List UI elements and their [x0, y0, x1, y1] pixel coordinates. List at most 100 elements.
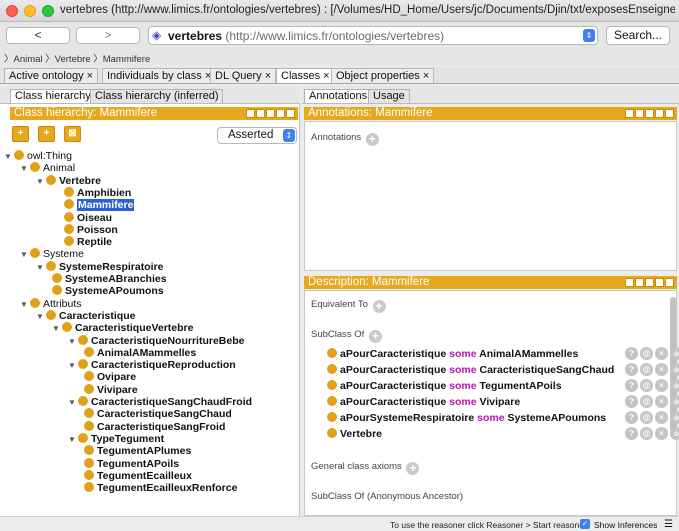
expand-toggle-icon[interactable]: ▼ [68, 434, 78, 446]
view-help-icon[interactable] [625, 278, 634, 287]
description-window-controls[interactable] [624, 278, 674, 287]
expand-toggle-icon[interactable]: ▼ [20, 163, 30, 175]
view-close-icon[interactable] [286, 109, 295, 118]
annotate-icon[interactable]: @ [640, 395, 653, 408]
view-maximize-icon[interactable] [655, 109, 664, 118]
explain-icon[interactable]: ? [625, 347, 638, 360]
hierarchy-mode-stepper-icon[interactable]: ⇕ [283, 129, 295, 142]
annotate-icon[interactable]: @ [640, 411, 653, 424]
tree-node-systeme[interactable]: ▼ Systeme [20, 248, 84, 260]
annotate-icon[interactable]: @ [640, 363, 653, 376]
view-window-controls[interactable] [245, 109, 295, 118]
tree-node-vertebre[interactable]: ▼ Vertebre [36, 174, 101, 188]
tab-active-ontology[interactable]: Active ontology × [4, 68, 99, 83]
tree-node-tegumentaplumes[interactable]: TegumentAPlumes [84, 445, 191, 457]
tab-usage[interactable]: Usage [368, 89, 410, 103]
tree-node-tegumentecailleuxrenforce[interactable]: TegumentEcailleuxRenforce [84, 482, 237, 494]
add-equivalent-icon[interactable]: + [372, 300, 386, 313]
forward-button[interactable]: > [76, 27, 140, 44]
edit-icon[interactable]: o [670, 363, 679, 376]
add-subclass-icon[interactable]: + [12, 126, 29, 142]
tree-node-caracteristiquesangfroid[interactable]: CaracteristiqueSangFroid [84, 420, 225, 433]
remove-icon[interactable]: × [655, 363, 668, 376]
expand-toggle-icon[interactable]: ▼ [68, 360, 78, 372]
expand-toggle-icon[interactable]: ▼ [36, 176, 46, 188]
annotations-window-controls[interactable] [624, 109, 674, 118]
back-button[interactable]: < [6, 27, 70, 44]
status-menu-icon[interactable]: ☰ [664, 519, 673, 530]
add-annotation-icon[interactable]: + [365, 133, 379, 146]
close-window-button[interactable] [6, 5, 18, 17]
expand-toggle-icon[interactable]: ▼ [52, 323, 62, 335]
subclass-of-row[interactable]: aPourCaracteristique some AnimalAMammell… [327, 347, 679, 362]
minimize-window-button[interactable] [24, 5, 36, 17]
tree-node-animalamammelles[interactable]: AnimalAMammelles [84, 346, 196, 359]
tree-node-tegumentapoils[interactable]: TegumentAPoils [84, 457, 179, 470]
expand-toggle-icon[interactable]: ▼ [20, 249, 30, 261]
ontology-selector[interactable]: ◈ vertebres (http://www.limics.fr/ontolo… [148, 26, 598, 45]
tree-node-mammifere[interactable]: Mammifere [64, 199, 135, 212]
edit-icon[interactable]: o [670, 379, 679, 392]
remove-icon[interactable]: × [655, 411, 668, 424]
remove-icon[interactable]: × [655, 395, 668, 408]
view-minimize-icon[interactable] [266, 109, 275, 118]
delete-class-icon[interactable]: ⊠ [64, 126, 81, 142]
zoom-window-button[interactable] [42, 5, 54, 17]
ontology-selector-stepper-icon[interactable]: ⇕ [583, 29, 595, 42]
tree-node-poisson[interactable]: Poisson [64, 223, 118, 236]
view-close-icon[interactable] [665, 109, 674, 118]
tab-annotations[interactable]: Annotations [304, 89, 373, 103]
tab-individuals-by-class[interactable]: Individuals by class × [102, 68, 217, 83]
subclass-of-row[interactable]: aPourCaracteristique some TegumentAPoils… [327, 379, 679, 394]
edit-icon[interactable]: o [670, 395, 679, 408]
add-sibling-class-icon[interactable]: + [38, 126, 55, 142]
subclass-of-row[interactable]: Vertebre? @ × o [327, 427, 679, 442]
tab-object-properties[interactable]: Object properties × [331, 68, 435, 83]
view-pin-icon[interactable] [635, 109, 644, 118]
subclass-of-row[interactable]: aPourSystemeRespiratoire some SystemeAPo… [327, 411, 679, 426]
tab-dl-query[interactable]: DL Query × [210, 68, 277, 83]
view-maximize-icon[interactable] [655, 278, 664, 287]
edit-icon[interactable]: o [670, 347, 679, 360]
breadcrumb[interactable]: 〉Animal 〉Vertebre 〉Mammifere [0, 48, 679, 66]
subclass-of-row[interactable]: aPourCaracteristique some Caracteristiqu… [327, 363, 679, 378]
view-minimize-icon[interactable] [645, 109, 654, 118]
hierarchy-mode-select[interactable]: Asserted ⇕ [217, 127, 297, 144]
tree-node-caracteristiquesangchaudfroid[interactable]: ▼ CaracteristiqueSangChaudFroid [68, 396, 252, 408]
view-maximize-icon[interactable] [276, 109, 285, 118]
tree-node-reptile[interactable]: Reptile [64, 236, 112, 248]
annotate-icon[interactable]: @ [640, 427, 653, 440]
tree-node-vivipare[interactable]: Vivipare [84, 383, 138, 396]
tree-node-caracteristiquevertebre[interactable]: ▼ CaracteristiqueVertebre [52, 322, 193, 334]
expand-toggle-icon[interactable]: ▼ [20, 299, 30, 311]
expand-toggle-icon[interactable]: ▼ [36, 262, 46, 274]
view-minimize-icon[interactable] [645, 278, 654, 287]
explain-icon[interactable]: ? [625, 379, 638, 392]
tab-class-hierarchy-inferred[interactable]: Class hierarchy (inferred) [90, 89, 224, 103]
view-help-icon[interactable] [246, 109, 255, 118]
tree-node-systemeapoumons[interactable]: SystemeAPoumons [52, 285, 164, 297]
edit-icon[interactable]: o [670, 427, 679, 440]
tree-node-owl:thing[interactable]: ▼ owl:Thing [4, 150, 72, 162]
explain-icon[interactable]: ? [625, 411, 638, 424]
tree-node-systemerespiratoire[interactable]: ▼ SystemeRespiratoire [36, 260, 163, 274]
tree-node-caracteristiquenourriturebebe[interactable]: ▼ CaracteristiqueNourritureBebe [68, 334, 244, 347]
tree-node-attributs[interactable]: ▼ Attributs [20, 297, 82, 311]
tab-class-hierarchy[interactable]: Class hierarchy [10, 89, 96, 103]
tree-node-ovipare[interactable]: Ovipare [84, 371, 136, 383]
add-superclass-icon[interactable]: + [368, 330, 382, 343]
annotate-icon[interactable]: @ [640, 379, 653, 392]
tree-node-caracteristiquesangchaud[interactable]: CaracteristiqueSangChaud [84, 408, 232, 420]
remove-icon[interactable]: × [655, 347, 668, 360]
expand-toggle-icon[interactable]: ▼ [4, 151, 14, 163]
tree-node-oiseau[interactable]: Oiseau [64, 211, 112, 224]
view-pin-icon[interactable] [635, 278, 644, 287]
tree-node-caracteristiquereproduction[interactable]: ▼ CaracteristiqueReproduction [68, 359, 236, 371]
tree-node-typetegument[interactable]: ▼ TypeTegument [68, 432, 164, 446]
remove-icon[interactable]: × [655, 379, 668, 392]
remove-icon[interactable]: × [655, 427, 668, 440]
subclass-of-row[interactable]: aPourCaracteristique some Vivipare? @ × o [327, 395, 679, 410]
annotate-icon[interactable]: @ [640, 347, 653, 360]
tree-node-caracteristique[interactable]: ▼ Caracteristique [36, 309, 135, 322]
tree-node-tegumentecailleux[interactable]: TegumentEcailleux [84, 469, 192, 482]
